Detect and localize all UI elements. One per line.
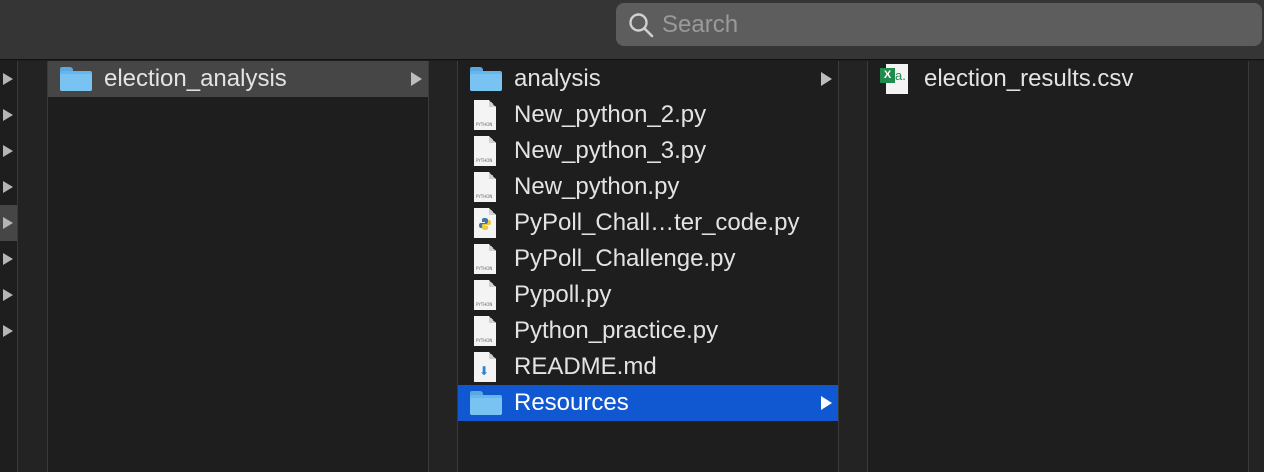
search-field[interactable] bbox=[616, 3, 1262, 46]
list-item[interactable]: PYTHON PyPoll_Challenge.py bbox=[458, 241, 838, 277]
python-doc-icon: PYTHON bbox=[474, 100, 496, 130]
python-doc-icon: PYTHON bbox=[474, 316, 496, 346]
column-3: Xa. election_results.csv bbox=[868, 61, 1248, 472]
search-icon bbox=[629, 12, 654, 37]
chevron-right-icon bbox=[821, 396, 832, 410]
disclosure-arrow-icon[interactable] bbox=[3, 289, 13, 301]
column-1: election_analysis bbox=[48, 61, 428, 472]
folder-icon bbox=[470, 67, 502, 91]
disclosure-arrow-icon[interactable] bbox=[3, 73, 13, 85]
column-2: analysis PYTHON New_python_2.py PYTHON N… bbox=[458, 61, 838, 472]
item-label: Pypoll.py bbox=[514, 281, 612, 308]
python-doc-icon: PYTHON bbox=[474, 244, 496, 274]
sidebar-collapsed-column bbox=[0, 61, 17, 472]
list-item[interactable]: PYTHON Pypoll.py bbox=[458, 277, 838, 313]
list-item[interactable]: PYTHON New_python_3.py bbox=[458, 133, 838, 169]
disclosure-arrow-icon[interactable] bbox=[3, 253, 13, 265]
disclosure-arrow-icon[interactable] bbox=[3, 109, 13, 121]
column-resize-strip[interactable] bbox=[839, 61, 867, 472]
disclosure-arrow-icon[interactable] bbox=[3, 181, 13, 193]
markdown-doc-icon: ⬇ bbox=[474, 352, 496, 382]
item-label: New_python_2.py bbox=[514, 101, 707, 128]
list-item[interactable]: Xa. election_results.csv bbox=[868, 61, 1248, 97]
python-logo-icon bbox=[474, 208, 496, 238]
item-label: election_analysis bbox=[104, 65, 287, 92]
item-label: Python_practice.py bbox=[514, 317, 719, 344]
column-resize-strip[interactable] bbox=[429, 61, 457, 472]
list-item[interactable]: Resources bbox=[458, 385, 838, 421]
python-doc-icon: PYTHON bbox=[474, 136, 496, 166]
disclosure-arrow-icon[interactable] bbox=[3, 325, 13, 337]
column-resize-strip[interactable] bbox=[18, 61, 47, 472]
search-input[interactable] bbox=[662, 10, 1222, 39]
disclosure-arrow-icon[interactable] bbox=[3, 145, 13, 157]
list-item[interactable]: analysis bbox=[458, 61, 838, 97]
item-label: PyPoll_Chall…ter_code.py bbox=[514, 209, 800, 236]
item-label: New_python.py bbox=[514, 173, 680, 200]
list-item[interactable]: PYTHON Python_practice.py bbox=[458, 313, 838, 349]
list-item[interactable]: PYTHON New_python_2.py bbox=[458, 97, 838, 133]
list-item[interactable]: PYTHON New_python.py bbox=[458, 169, 838, 205]
item-label: README.md bbox=[514, 353, 657, 380]
chevron-right-icon bbox=[411, 72, 422, 86]
list-item[interactable]: ⬇ README.md bbox=[458, 349, 838, 385]
toolbar bbox=[0, 0, 1264, 60]
item-label: New_python_3.py bbox=[514, 137, 707, 164]
python-doc-icon: PYTHON bbox=[474, 280, 496, 310]
disclosure-arrow-icon[interactable] bbox=[3, 217, 13, 229]
column-resize-strip[interactable] bbox=[1249, 61, 1264, 472]
item-label: election_results.csv bbox=[924, 65, 1134, 92]
folder-icon bbox=[60, 67, 92, 91]
item-label: Resources bbox=[514, 389, 629, 416]
excel-csv-icon: Xa. bbox=[880, 64, 908, 94]
item-label: PyPoll_Challenge.py bbox=[514, 245, 736, 272]
list-item[interactable]: PyPoll_Chall…ter_code.py bbox=[458, 205, 838, 241]
chevron-right-icon bbox=[821, 72, 832, 86]
folder-icon bbox=[470, 391, 502, 415]
list-item[interactable]: election_analysis bbox=[48, 61, 428, 97]
item-label: analysis bbox=[514, 65, 601, 92]
column-browser: election_analysis analysis PYTHON New_py… bbox=[0, 61, 1264, 472]
python-doc-icon: PYTHON bbox=[474, 172, 496, 202]
